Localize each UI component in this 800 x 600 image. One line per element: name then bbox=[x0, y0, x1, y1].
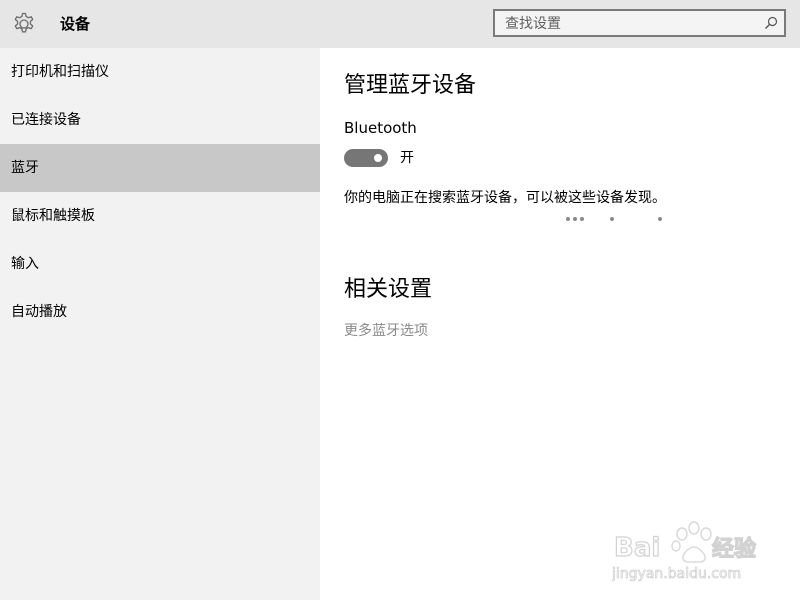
progress-dot bbox=[610, 217, 614, 221]
bluetooth-label: Bluetooth bbox=[344, 119, 417, 137]
progress-dot bbox=[573, 217, 577, 221]
progress-dot bbox=[580, 217, 584, 221]
sidebar: 打印机和扫描仪 已连接设备 蓝牙 鼠标和触摸板 输入 自动播放 bbox=[0, 48, 320, 600]
toggle-state-label: 开 bbox=[400, 150, 414, 166]
sidebar-item-connected-devices[interactable]: 已连接设备 bbox=[0, 96, 320, 144]
svg-text:经验: 经验 bbox=[712, 536, 756, 562]
search-box[interactable] bbox=[493, 9, 786, 37]
discovery-status-text: 你的电脑正在搜索蓝牙设备，可以被这些设备发现。 bbox=[344, 190, 666, 206]
baidu-jingyan-watermark: Bai 经验 jingyan.baidu.com bbox=[612, 521, 757, 582]
header-bar: 设备 bbox=[0, 0, 800, 48]
sidebar-item-bluetooth[interactable]: 蓝牙 bbox=[0, 144, 320, 192]
search-icon[interactable] bbox=[763, 15, 779, 31]
toggle-knob bbox=[374, 154, 382, 162]
progress-dot bbox=[566, 217, 570, 221]
settings-window: 设备 打印机和扫描仪 已连接设备 蓝牙 鼠标和触摸板 输入 自动播放 管理蓝牙设… bbox=[0, 0, 800, 600]
section-title-manage-bluetooth: 管理蓝牙设备 bbox=[344, 73, 477, 98]
gear-icon[interactable] bbox=[11, 11, 37, 37]
svg-text:Bai: Bai bbox=[614, 533, 660, 563]
svg-text:jingyan.baidu.com: jingyan.baidu.com bbox=[612, 566, 741, 582]
sidebar-item-typing[interactable]: 输入 bbox=[0, 240, 320, 288]
more-bluetooth-options-link[interactable]: 更多蓝牙选项 bbox=[344, 321, 428, 341]
progress-dot bbox=[658, 217, 662, 221]
sidebar-item-printers-scanners[interactable]: 打印机和扫描仪 bbox=[0, 48, 320, 96]
search-input[interactable] bbox=[503, 13, 757, 35]
section-title-related-settings: 相关设置 bbox=[344, 277, 433, 302]
bluetooth-toggle[interactable] bbox=[344, 149, 388, 167]
sidebar-item-autoplay[interactable]: 自动播放 bbox=[0, 288, 320, 336]
page-title: 设备 bbox=[60, 15, 91, 33]
sidebar-item-mouse-touchpad[interactable]: 鼠标和触摸板 bbox=[0, 192, 320, 240]
